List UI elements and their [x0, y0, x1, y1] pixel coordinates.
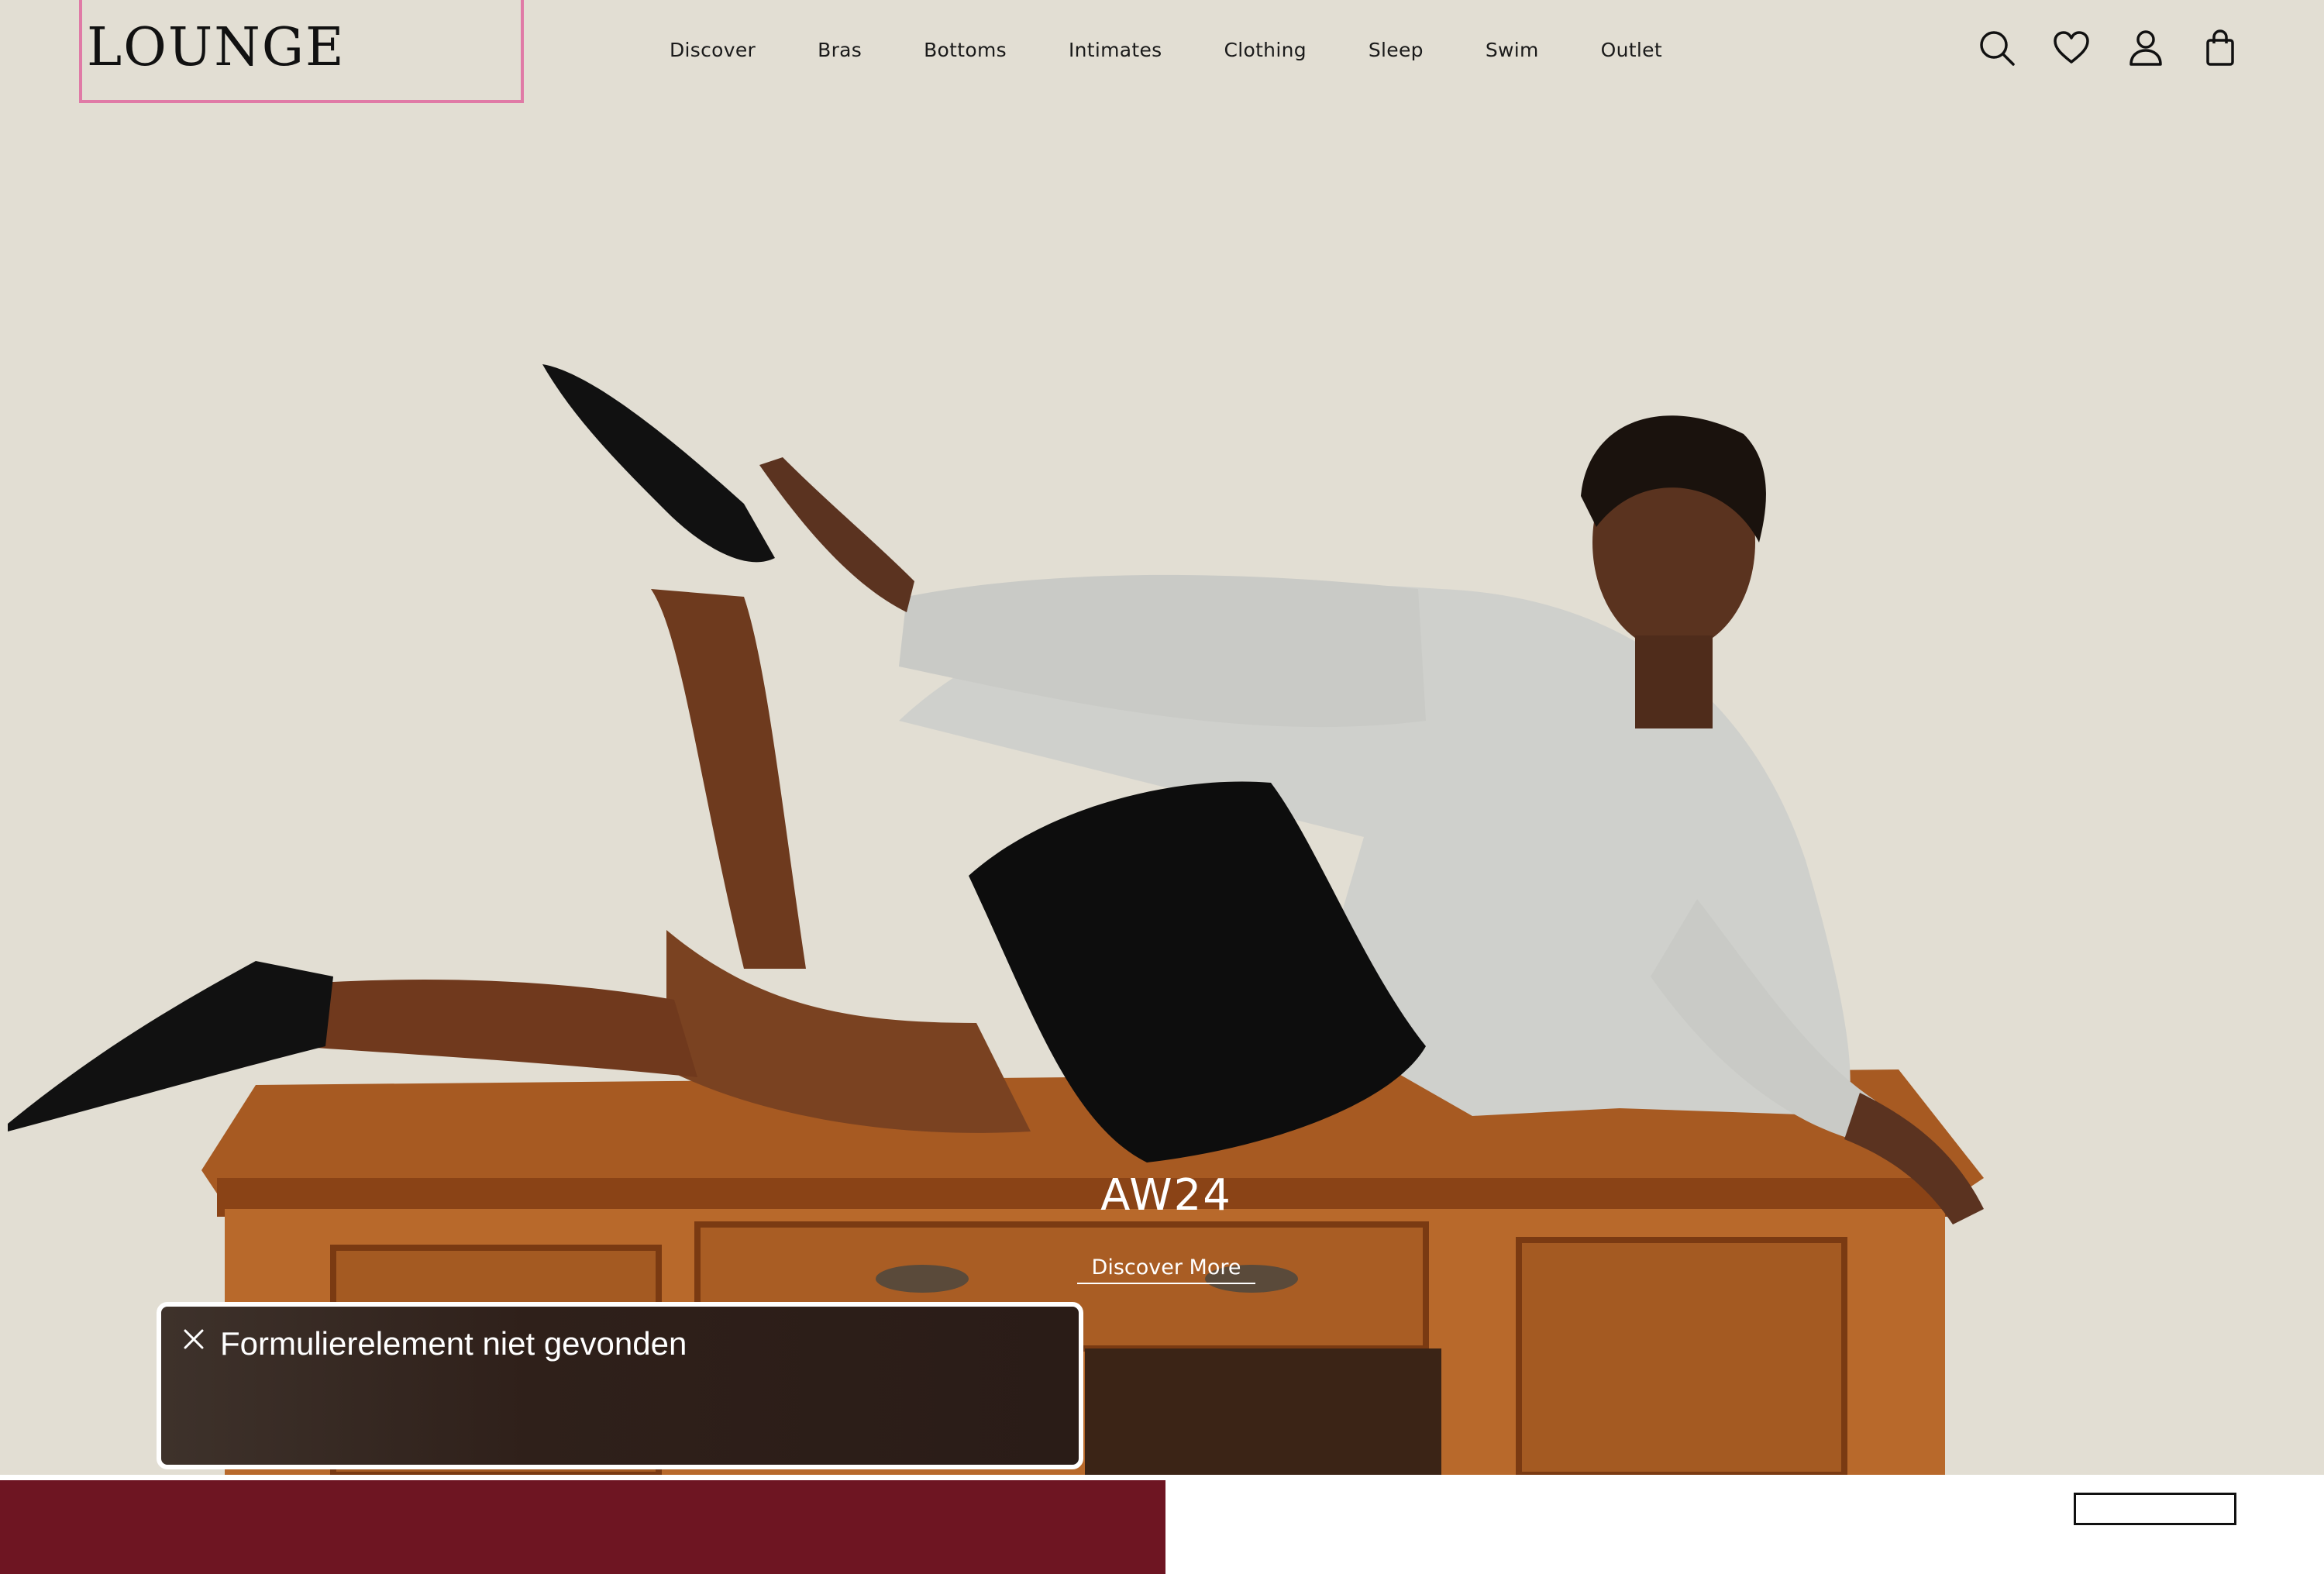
nav-item-swim[interactable]: Swim — [1486, 39, 1539, 61]
hero-image — [0, 0, 2324, 1475]
nav-item-clothing[interactable]: Clothing — [1224, 39, 1306, 61]
account-icon[interactable] — [2126, 28, 2166, 68]
header-actions — [1977, 28, 2240, 68]
hero-title: AW24 — [1100, 1170, 1232, 1221]
hero-banner — [0, 0, 2324, 1475]
toast-message: Formulierelement niet gevonden — [220, 1325, 687, 1362]
bag-icon[interactable] — [2200, 28, 2240, 68]
nav-item-sleep[interactable]: Sleep — [1369, 39, 1424, 61]
nav-item-outlet[interactable]: Outlet — [1601, 39, 1662, 61]
nav-item-discover[interactable]: Discover — [670, 39, 756, 61]
outlined-button[interactable] — [2074, 1493, 2236, 1525]
discover-more-link[interactable]: Discover More — [1077, 1255, 1255, 1284]
nav-item-bras[interactable]: Bras — [818, 39, 862, 61]
nav-item-bottoms[interactable]: Bottoms — [924, 39, 1007, 61]
promo-banner — [0, 1480, 1165, 1574]
site-header: LOUNGE Discover Bras Bottoms Intimates C… — [0, 0, 2324, 103]
close-icon[interactable] — [183, 1328, 205, 1350]
toast-notification: Formulierelement niet gevonden — [157, 1302, 1083, 1469]
heart-icon[interactable] — [2051, 28, 2092, 68]
site-logo[interactable]: LOUNGE — [87, 17, 346, 78]
main-nav: Discover Bras Bottoms Intimates Clothing… — [670, 34, 1724, 65]
search-icon[interactable] — [1977, 28, 2017, 68]
nav-item-intimates[interactable]: Intimates — [1069, 39, 1162, 61]
